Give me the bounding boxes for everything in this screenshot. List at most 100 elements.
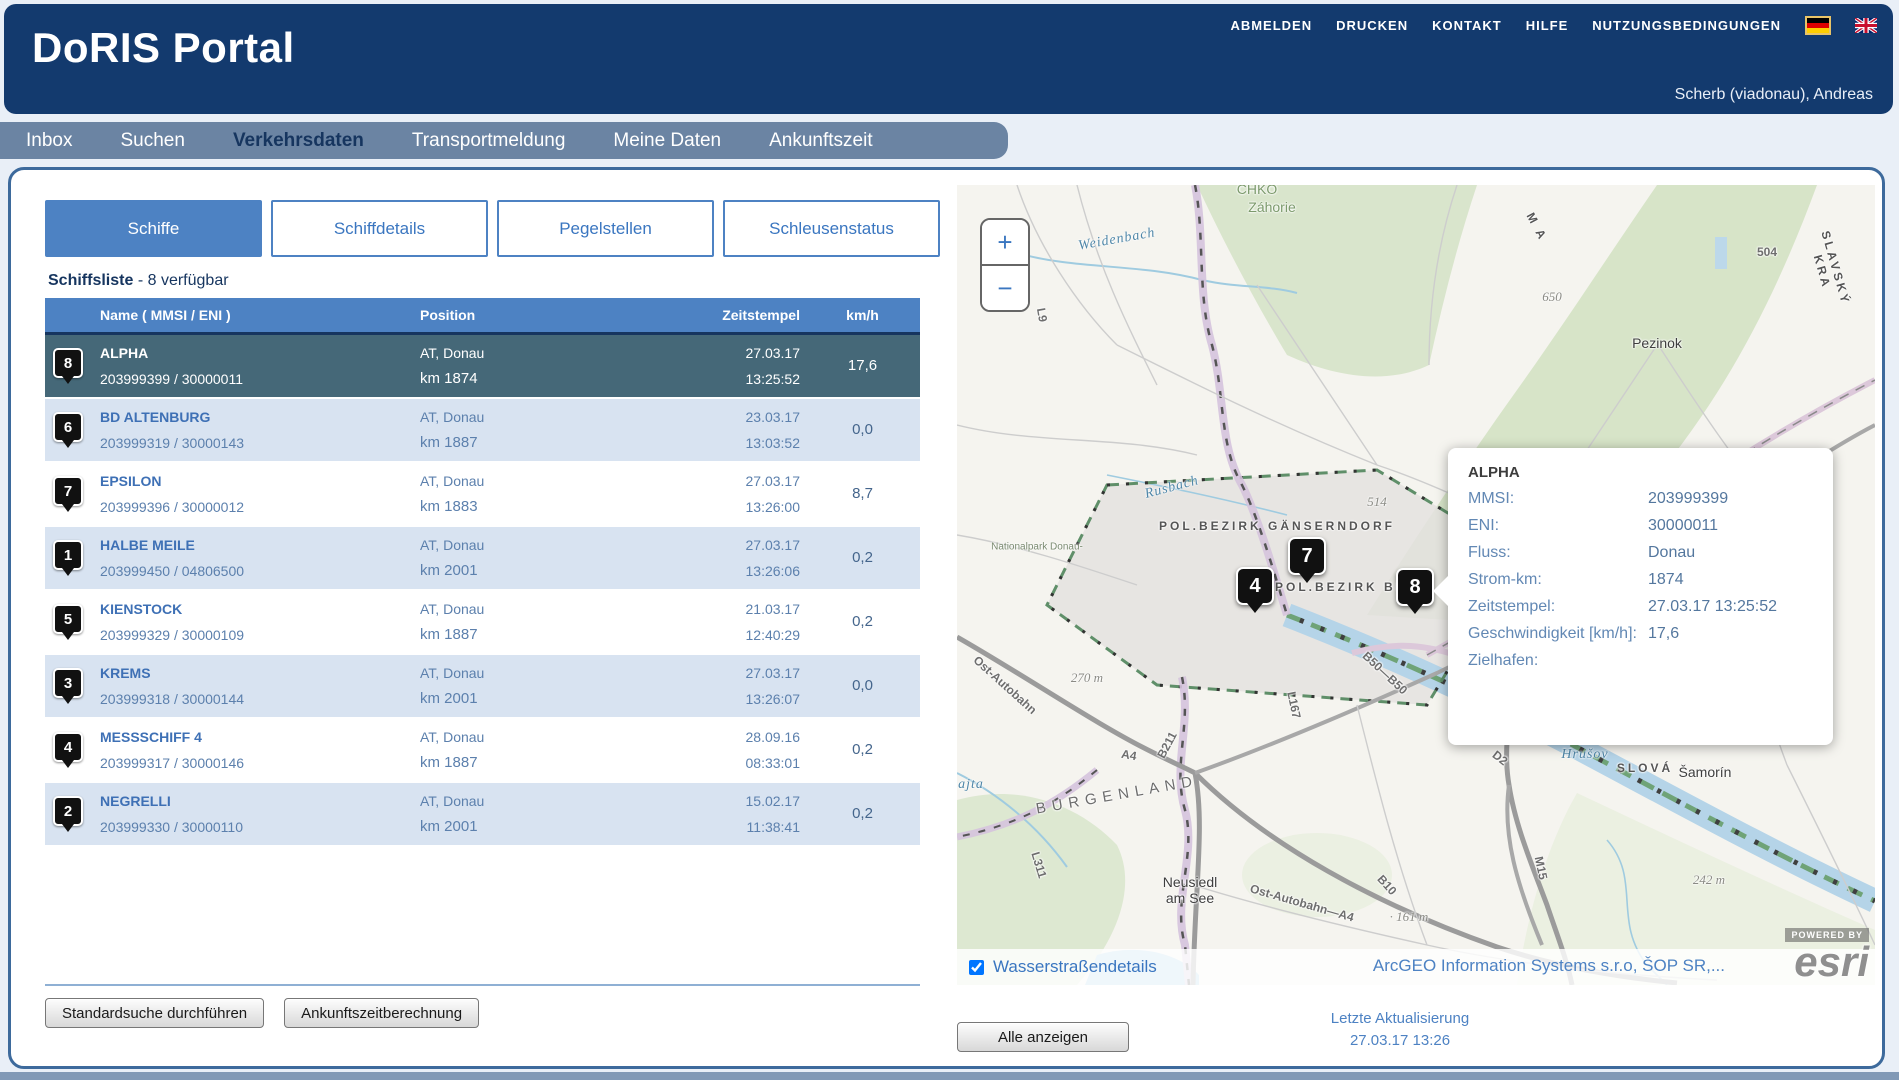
ship-river-km: km 2001	[420, 562, 478, 579]
arrival-time-calc-button[interactable]: Ankunftszeitberechnung	[284, 998, 479, 1028]
nav-item-ankunftszeit[interactable]: Ankunftszeit	[769, 130, 873, 152]
ship-rows: 8ALPHA203999399 / 30000011AT, Donaukm 18…	[45, 335, 920, 847]
nav-item-verkehrsdaten[interactable]: Verkehrsdaten	[233, 130, 364, 152]
ship-timestamp-cell: 23.03.1713:03:52	[620, 399, 805, 461]
german-flag-icon[interactable]	[1805, 16, 1831, 35]
ship-marker-pin: 6	[53, 412, 83, 442]
action-buttons: Standardsuche durchführen Ankunftszeitbe…	[45, 998, 479, 1028]
nav-item-transportmeldung[interactable]: Transportmeldung	[412, 130, 565, 152]
ship-country-river: AT, Donau	[420, 793, 484, 809]
last-update: Letzte Aktualisierung 27.03.17 13:26	[1150, 1008, 1650, 1052]
header-link[interactable]: ABMELDEN	[1230, 18, 1312, 33]
ship-river-km: km 2001	[420, 818, 478, 835]
ship-position-cell: AT, Donaukm 1887	[375, 591, 620, 653]
ship-name: EPSILON	[100, 473, 161, 489]
ship-timestamp-cell: 15.02.1711:38:41	[620, 783, 805, 845]
popup-field-value: 30000011	[1648, 516, 1718, 536]
zoom-in-button[interactable]: +	[982, 220, 1028, 266]
ship-name-cell: 2NEGRELLI203999330 / 30000110	[45, 783, 375, 845]
ship-speed: 8,7	[805, 485, 920, 502]
ship-row[interactable]: 6BD ALTENBURG203999319 / 30000143AT, Don…	[45, 399, 920, 463]
zoom-out-button[interactable]: −	[982, 266, 1028, 310]
map-ship-marker-8[interactable]: 8	[1396, 568, 1434, 606]
app-title: DoRIS Portal	[32, 24, 295, 72]
ship-mmsi-eni: 203999317 / 30000146	[100, 755, 244, 771]
ship-name: BD ALTENBURG	[100, 409, 210, 425]
ship-speed-cell: 0,0	[805, 399, 920, 461]
ship-time: 12:40:29	[746, 627, 801, 643]
ship-marker-pin: 1	[53, 540, 83, 570]
ship-row[interactable]: 7EPSILON203999396 / 30000012AT, Donaukm …	[45, 463, 920, 527]
ship-date: 28.09.16	[746, 729, 801, 745]
show-all-button[interactable]: Alle anzeigen	[957, 1022, 1129, 1052]
map[interactable]: CHKOZáhorieWeidenbachL9M A650504SLAVSKÝ …	[957, 185, 1875, 985]
main-nav: Inbox Suchen Verkehrsdaten Transportmeldung…	[0, 122, 1008, 159]
ship-date: 27.03.17	[746, 665, 801, 681]
ship-position-cell: AT, Donaukm 1887	[375, 399, 620, 461]
ship-mmsi-eni: 203999396 / 30000012	[100, 499, 244, 515]
ship-row[interactable]: 5KIENSTOCK203999329 / 30000109AT, Donauk…	[45, 591, 920, 655]
british-flag-icon[interactable]	[1855, 18, 1877, 33]
header-link[interactable]: HILFE	[1526, 18, 1569, 33]
ship-row[interactable]: 2NEGRELLI203999330 / 30000110 AT, Donau km…	[45, 783, 920, 847]
ship-mmsi-eni: 203999450 / 04806500	[100, 563, 244, 579]
tab-pegelstellen[interactable]: Pegelstellen	[497, 200, 714, 257]
nav-item-suchen[interactable]: Suchen	[120, 130, 184, 152]
popup-field-label: Zeitstempel:	[1468, 597, 1648, 617]
nav-item-inbox[interactable]: Inbox	[26, 130, 72, 152]
ship-date: 27.03.17	[746, 537, 801, 553]
ship-name-cell: 6BD ALTENBURG203999319 / 30000143	[45, 399, 375, 461]
page-footer-strip	[0, 1072, 1899, 1080]
ship-name: MESSSCHIFF 4	[100, 729, 202, 745]
ship-row[interactable]: 3KREMS203999318 / 30000144AT, Donaukm 20…	[45, 655, 920, 719]
tab-schiffe[interactable]: Schiffe	[45, 200, 262, 257]
ship-row[interactable]: 1HALBE MEILE203999450 / 04806500AT, Dona…	[45, 527, 920, 591]
map-attribution: ArcGEO Information Systems s.r.o, ŠOP SR…	[1373, 956, 1725, 976]
ship-row[interactable]: 4MESSSCHIFF 4203999317 / 30000146AT, Don…	[45, 719, 920, 783]
popup-field-label: Strom-km:	[1468, 570, 1648, 590]
ship-table: Name ( MMSI / ENI ) Position Zeitstempel…	[45, 298, 920, 847]
ship-date: 27.03.17	[746, 345, 801, 361]
header-link[interactable]: DRUCKEN	[1336, 18, 1408, 33]
header-link[interactable]: NUTZUNGSBEDINGUNGEN	[1592, 18, 1781, 33]
tab-schleusenstatus[interactable]: Schleusenstatus	[723, 200, 940, 257]
ship-speed-cell: 0,2	[805, 527, 920, 589]
tab-schiffdetails[interactable]: Schiffdetails	[271, 200, 488, 257]
ship-timestamp-cell: 21.03.1712:40:29	[620, 591, 805, 653]
ship-time: 13:26:07	[746, 691, 801, 707]
ship-timestamp-cell: 28.09.1608:33:01	[620, 719, 805, 781]
ship-position-cell: AT, Donaukm 1883	[375, 463, 620, 525]
ship-country-river: AT, Donau	[420, 729, 484, 745]
header-link[interactable]: KONTAKT	[1432, 18, 1502, 33]
ship-river-km: km 1887	[420, 434, 478, 451]
nav-item-meine daten[interactable]: Meine Daten	[613, 130, 721, 152]
waterway-details-label[interactable]: Wasserstraßendetails	[993, 957, 1157, 977]
header: ABMELDEN DRUCKEN KONTAKT HILFE NUTZUNGSBEDIN…	[4, 4, 1893, 114]
map-ship-marker-7[interactable]: 7	[1288, 537, 1326, 575]
popup-field-label: Fluss:	[1468, 543, 1648, 563]
popup-title: ALPHA	[1468, 464, 1813, 481]
ship-speed-cell: 8,7	[805, 463, 920, 525]
ship-time: 13:03:52	[746, 435, 801, 451]
ship-country-river: AT, Donau	[420, 665, 484, 681]
ship-mmsi-eni: 203999329 / 30000109	[100, 627, 244, 643]
popup-field-value: Donau	[1648, 543, 1695, 563]
popup-row: MMSI:203999399	[1468, 489, 1813, 509]
ship-speed: 0,2	[805, 549, 920, 566]
standard-search-button[interactable]: Standardsuche durchführen	[45, 998, 264, 1028]
popup-rows: MMSI:203999399ENI:30000011Fluss:DonauStr…	[1468, 489, 1813, 671]
waterway-details-checkbox[interactable]	[969, 960, 984, 975]
ship-time: 11:38:41	[747, 819, 800, 835]
ship-time: 13:25:52	[746, 371, 801, 387]
ship-river-km: km 1887	[420, 626, 478, 643]
ship-river-km: km 1887	[420, 754, 478, 771]
header-links: ABMELDEN DRUCKEN KONTAKT HILFE NUTZUNGSBEDIN…	[1230, 16, 1877, 35]
ship-marker-pin: 8	[53, 348, 83, 378]
ship-time: 13:26:06	[746, 563, 801, 579]
ship-name-cell: 8ALPHA203999399 / 30000011	[45, 335, 375, 397]
ship-row[interactable]: 8ALPHA203999399 / 30000011AT, Donaukm 18…	[45, 335, 920, 399]
ship-name: NEGRELLI	[100, 793, 171, 809]
ship-time: 13:26:00	[746, 499, 801, 515]
map-ship-marker-4[interactable]: 4	[1236, 567, 1274, 605]
map-zoom-control: + −	[980, 218, 1030, 312]
